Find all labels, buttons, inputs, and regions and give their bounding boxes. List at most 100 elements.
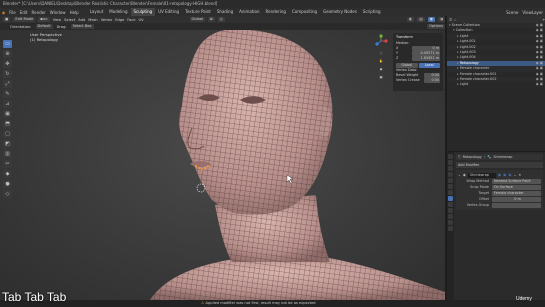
workspace-tab-animation[interactable]: Animation: [236, 8, 262, 16]
xray-icon[interactable]: ▤: [417, 17, 425, 22]
outliner-search-icon[interactable]: ⌕: [454, 18, 456, 22]
world-tab-icon[interactable]: [448, 184, 453, 189]
offset-field[interactable]: 0 m: [492, 196, 541, 202]
remove-modifier-icon[interactable]: ✕: [518, 173, 521, 177]
snap-mode-label: Snap Mode: [470, 185, 489, 189]
workspace-tab-geometry-nodes[interactable]: Geometry Nodes: [320, 8, 360, 16]
vertex-crease-label: Vertex Crease: [396, 78, 420, 82]
particles-tab-icon[interactable]: [448, 202, 453, 207]
median-z-field[interactable]: 1.63451 m: [412, 56, 440, 61]
editor-type-icon[interactable]: ▣: [3, 17, 11, 22]
options-dropdown[interactable]: Options: [427, 24, 445, 29]
mesh-menu[interactable]: Mesh: [88, 18, 97, 22]
workspace-tab-rendering[interactable]: Rendering: [263, 8, 289, 16]
overlay-icon[interactable]: ◐: [407, 17, 415, 22]
mode-selector[interactable]: Edit Mode: [13, 17, 36, 22]
workspace-tab-sculpting[interactable]: Sculpting: [130, 8, 156, 16]
shrink-icon[interactable]: ◇: [3, 190, 12, 198]
workspace-tab-scripting[interactable]: Scripting: [360, 8, 384, 16]
viewport-toggle-icon[interactable]: ▣: [503, 173, 506, 177]
select-box-icon[interactable]: ▭: [3, 40, 12, 48]
face-menu[interactable]: Face: [127, 18, 135, 22]
move-icon[interactable]: ✥: [3, 60, 12, 68]
inset-icon[interactable]: ▢: [3, 130, 12, 138]
scene-tab-icon[interactable]: [448, 178, 453, 183]
annotate-icon[interactable]: ✎: [3, 90, 12, 98]
menu-edit[interactable]: Edit: [18, 10, 30, 15]
outliner-editor-icon[interactable]: ☰: [449, 18, 452, 22]
sidebar-n-panel: Transform Median: X0 m Y -0.09271 m Z 1.63…: [393, 33, 443, 91]
blender-logo-icon[interactable]: ◆: [0, 10, 7, 15]
view-menu[interactable]: View: [53, 18, 62, 22]
local-button[interactable]: Local: [418, 63, 440, 68]
output-tab-icon[interactable]: [448, 166, 453, 171]
outliner-row[interactable]: ▸ Light ◉ ▣: [447, 82, 545, 87]
view-layer-tab-icon[interactable]: [448, 172, 453, 177]
target-field[interactable]: Female character: [492, 190, 541, 196]
bevel-icon[interactable]: ◩: [3, 140, 12, 148]
select-menu[interactable]: Select: [64, 18, 75, 22]
cursor-icon[interactable]: ⊕: [3, 50, 12, 58]
camera-icon[interactable]: ◉: [378, 66, 384, 72]
workspace-tab-texture-paint[interactable]: Texture Paint: [182, 8, 214, 16]
shading-material-icon[interactable]: ◑: [437, 17, 445, 22]
perspective-grid-icon[interactable]: ▦: [378, 74, 384, 80]
constraints-tab-icon[interactable]: [448, 214, 453, 219]
zoom-icon[interactable]: ⌕: [378, 50, 384, 56]
workspace-tab-uv-editing[interactable]: UV Editing: [155, 8, 182, 16]
proportional-edit-icon[interactable]: ◎: [217, 17, 225, 22]
vertex-group-field[interactable]: [492, 202, 541, 208]
smooth-icon[interactable]: ●: [3, 180, 12, 188]
edge-menu[interactable]: Edge: [115, 18, 124, 22]
add-cube-icon[interactable]: ▣: [3, 110, 12, 118]
uv-menu[interactable]: UV: [138, 18, 143, 22]
pan-hand-icon[interactable]: ✋: [378, 58, 384, 64]
rotate-icon[interactable]: ↻: [3, 70, 12, 78]
menu-file[interactable]: File: [7, 10, 18, 15]
workspace-tab-compositing[interactable]: Compositing: [289, 8, 320, 16]
view-layer-selector[interactable]: ViewLayer: [520, 10, 545, 15]
scene-selector[interactable]: Scene: [504, 10, 520, 15]
snap-mode-dropdown[interactable]: On Surface: [492, 184, 541, 190]
tool-tab-icon[interactable]: [448, 154, 453, 159]
modifier-tab-icon[interactable]: [448, 196, 453, 201]
orientation-dropdown[interactable]: Default: [35, 24, 53, 29]
editmode-toggle-icon[interactable]: ▣: [498, 173, 501, 177]
polybuild-icon[interactable]: ◆: [3, 170, 12, 178]
visibility-eye-icon[interactable]: ◉ ▣: [536, 82, 543, 87]
modifier-menu-icon[interactable]: ⌄: [513, 173, 516, 177]
workspace-tab-modeling[interactable]: Modeling: [106, 8, 130, 16]
select-mode-icons[interactable]: ▪▫▫: [38, 17, 50, 22]
data-tab-icon[interactable]: [448, 220, 453, 225]
navigation-gizmo[interactable]: [374, 33, 388, 47]
knife-icon[interactable]: ✂: [3, 160, 12, 168]
menu-help[interactable]: Help: [68, 10, 81, 15]
workspace-tab-layout[interactable]: Layout: [87, 8, 107, 16]
add-menu[interactable]: Add: [78, 18, 85, 22]
physics-tab-icon[interactable]: [448, 208, 453, 213]
orientation-global-dropdown[interactable]: Global: [189, 17, 205, 22]
add-modifier-button[interactable]: Add Modifier: [456, 162, 543, 168]
snap-icon[interactable]: ⧉: [208, 17, 215, 22]
shrinkwrap-modifier-panel: ⌄ ◉ Shrinkwrap ▣ ▣ ▣ ⌄ ✕ Wrap Method Nea…: [456, 170, 543, 210]
menu-window[interactable]: Window: [48, 10, 68, 15]
wrap-method-dropdown[interactable]: Nearest Surface Point: [492, 178, 541, 184]
menu-render[interactable]: Render: [30, 10, 48, 15]
drag-dropdown[interactable]: Select Box: [70, 24, 94, 29]
shading-solid-icon[interactable]: ●: [427, 17, 435, 22]
extrude-icon[interactable]: ⬒: [3, 120, 12, 128]
measure-icon[interactable]: ⊿: [3, 100, 12, 108]
vertex-crease-field[interactable]: 0.00: [424, 78, 440, 83]
loopcut-icon[interactable]: ▥: [3, 150, 12, 158]
render-tab-icon[interactable]: [448, 160, 453, 165]
modifier-name-field[interactable]: Shrinkwrap: [467, 172, 496, 178]
render-toggle-icon[interactable]: ▣: [508, 173, 511, 177]
vertex-menu[interactable]: Vertex: [101, 18, 113, 22]
expand-triangle-icon[interactable]: ▸: [457, 82, 459, 87]
workspace-tab-shading[interactable]: Shading: [214, 8, 236, 16]
collapse-chevron-icon[interactable]: ⌄: [458, 173, 461, 177]
object-tab-icon[interactable]: [448, 190, 453, 195]
wrap-method-label: Wrap Method: [466, 179, 489, 183]
material-tab-icon[interactable]: [448, 226, 453, 231]
scale-icon[interactable]: ⤢: [3, 80, 12, 88]
